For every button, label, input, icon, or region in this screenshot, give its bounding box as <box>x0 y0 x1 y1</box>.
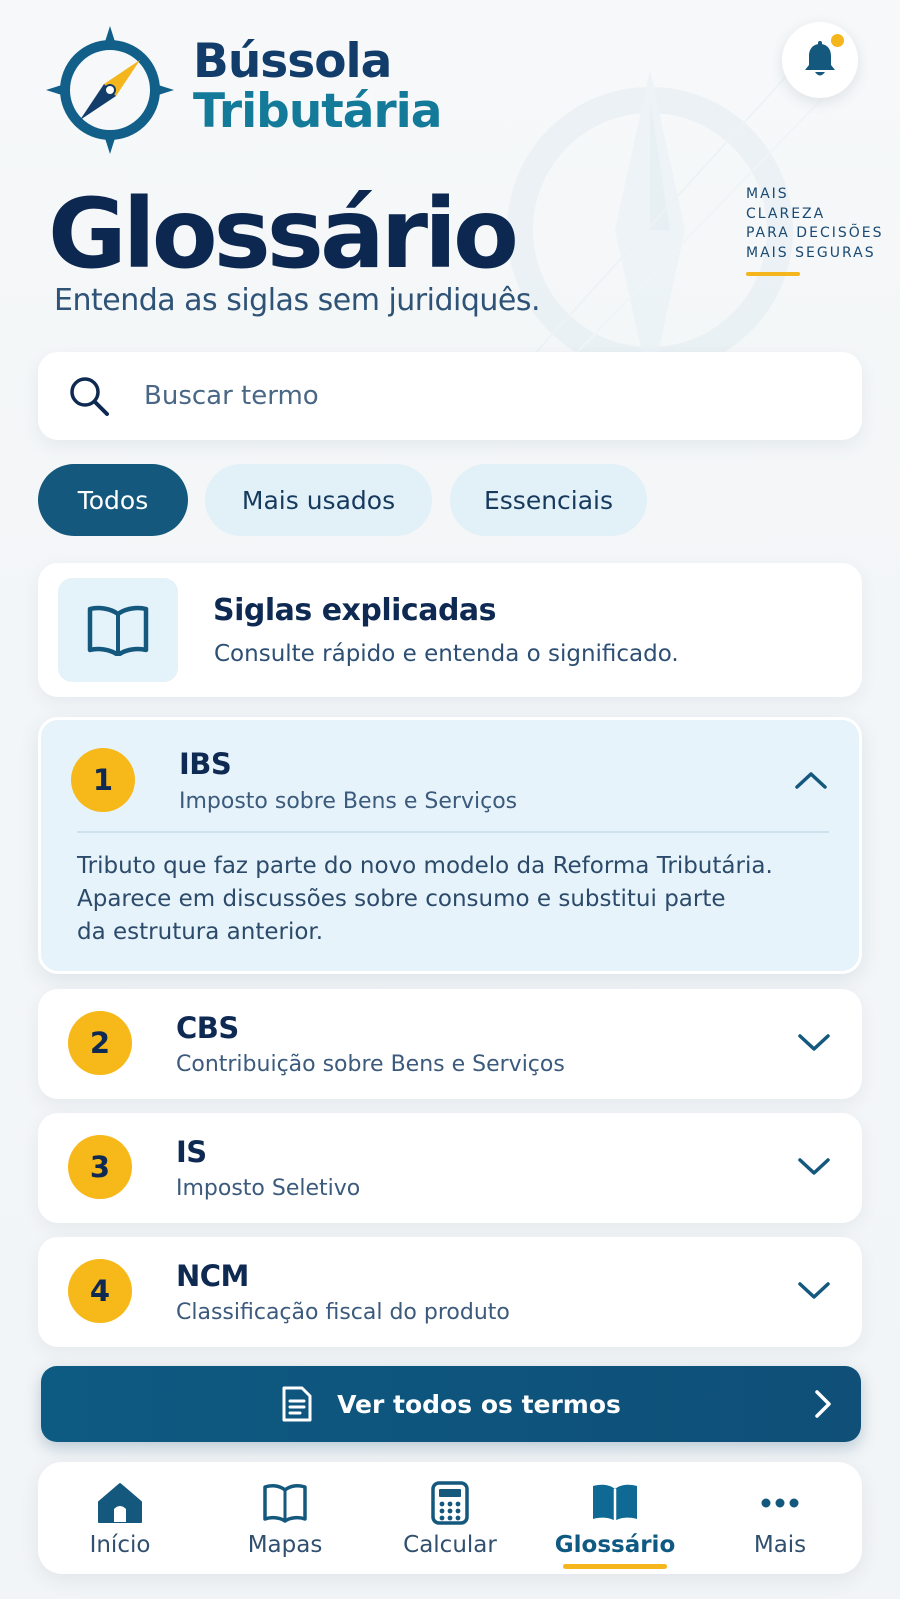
nav-item-mais[interactable]: Mais <box>698 1462 862 1574</box>
nav-label: Calcular <box>403 1532 497 1558</box>
home-icon <box>97 1480 143 1526</box>
term-item-ncm[interactable]: 4 NCM Classificação fiscal do produto <box>38 1237 862 1347</box>
chevron-down-icon[interactable] <box>796 1149 832 1185</box>
tagline-line: PARA DECISÕES <box>746 225 884 241</box>
book-icon <box>87 605 149 656</box>
nav-label: Mapas <box>247 1532 323 1558</box>
tagline-line: MAIS SEGURAS <box>746 244 876 261</box>
chip-label: Essenciais <box>483 485 614 515</box>
active-indicator <box>563 1564 667 1569</box>
term-description: Tributo que faz parte do novo modelo da … <box>77 850 797 949</box>
term-number-badge: 1 <box>71 748 135 812</box>
term-number-badge: 3 <box>68 1135 132 1199</box>
nav-label: Início <box>89 1532 151 1558</box>
term-description-line: da estrutura anterior. <box>77 919 324 945</box>
info-card-description: Consulte rápido e entenda o significado. <box>214 641 679 667</box>
chevron-right-icon <box>813 1388 833 1426</box>
map-book-icon <box>262 1480 308 1526</box>
term-full-name: Imposto Seletivo <box>176 1176 361 1201</box>
term-description-line: Tributo que faz parte do novo modelo da … <box>77 853 773 879</box>
nav-label: Glossário <box>554 1532 676 1558</box>
chip-label: Todos <box>77 485 149 515</box>
nav-item-calcular[interactable]: Calcular <box>368 1462 532 1574</box>
term-full-name: Imposto sobre Bens e Serviços <box>179 789 518 814</box>
notifications-button[interactable] <box>782 22 858 98</box>
bell-icon <box>805 41 835 76</box>
brand-line-1: Bússola <box>193 34 392 89</box>
view-all-terms-button[interactable]: Ver todos os termos <box>41 1366 861 1442</box>
term-acronym: NCM <box>176 1259 249 1293</box>
glossary-book-icon <box>591 1480 639 1526</box>
filter-chip-mais-usados[interactable]: Mais usados <box>205 464 432 536</box>
term-acronym: CBS <box>176 1011 239 1045</box>
filter-chip-todos[interactable]: Todos <box>38 464 188 536</box>
filter-chip-essenciais[interactable]: Essenciais <box>450 464 647 536</box>
term-description-line: Aparece em discussões sobre consumo e su… <box>77 886 726 912</box>
unread-badge <box>831 34 844 47</box>
term-acronym: IBS <box>179 747 232 781</box>
nav-item-mapas[interactable]: Mapas <box>203 1462 367 1574</box>
brand-line-2: Tributária <box>193 84 442 139</box>
tagline-accent-bar <box>746 272 800 276</box>
chevron-up-icon[interactable] <box>793 762 829 798</box>
search-input[interactable] <box>144 381 784 411</box>
chevron-down-icon[interactable] <box>796 1273 832 1309</box>
term-item-is[interactable]: 3 IS Imposto Seletivo <box>38 1113 862 1223</box>
nav-item-inicio[interactable]: Início <box>38 1462 202 1574</box>
search-bar[interactable] <box>38 352 862 440</box>
bottom-nav: Início Mapas Calcular Glossário Mais <box>38 1462 862 1574</box>
term-full-name: Contribuição sobre Bens e Serviços <box>176 1052 565 1077</box>
compass-logo <box>46 26 174 154</box>
term-full-name: Classificação fiscal do produto <box>176 1300 510 1325</box>
term-number-badge: 2 <box>68 1011 132 1075</box>
info-card-title: Siglas explicadas <box>213 593 497 628</box>
cta-label: Ver todos os termos <box>337 1389 621 1419</box>
tagline: MAIS CLAREZA PARA DECISÕES MAIS SEGURAS <box>746 185 883 263</box>
info-card: Siglas explicadas Consulte rápido e ente… <box>38 563 862 697</box>
chip-label: Mais usados <box>241 485 396 515</box>
info-icon-box <box>58 578 178 682</box>
tagline-line: MAIS <box>746 186 789 202</box>
term-item-cbs[interactable]: 2 CBS Contribuição sobre Bens e Serviços <box>38 989 862 1099</box>
search-icon <box>70 377 109 416</box>
chevron-down-icon[interactable] <box>796 1025 832 1061</box>
calculator-icon <box>431 1480 469 1526</box>
more-icon <box>760 1480 800 1526</box>
nav-item-glossario[interactable]: Glossário <box>533 1462 697 1574</box>
page-subtitle: Entenda as siglas sem juridiquês. <box>54 283 541 318</box>
nav-label: Mais <box>753 1532 807 1558</box>
term-acronym: IS <box>176 1135 207 1169</box>
page-title: Glossário <box>48 178 519 290</box>
term-number-badge: 4 <box>68 1259 132 1323</box>
brand-name: Bússola Tributária <box>193 34 442 139</box>
tagline-line: CLAREZA <box>746 205 826 222</box>
term-item-ibs[interactable]: 1 IBS Imposto sobre Bens e Serviços Trib… <box>38 717 862 974</box>
divider <box>77 831 829 833</box>
document-icon <box>281 1385 313 1423</box>
